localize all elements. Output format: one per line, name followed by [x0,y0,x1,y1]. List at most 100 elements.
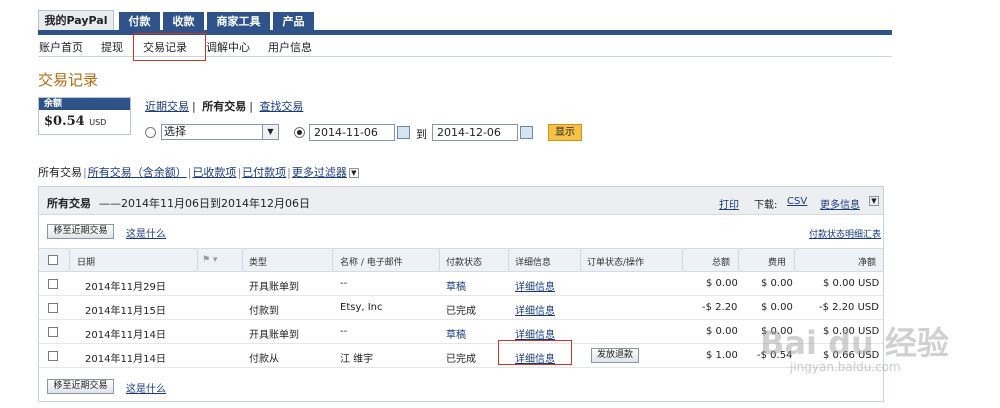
row-status: 已完成 [446,306,476,317]
period-select[interactable]: 选择 ▼ [161,124,279,140]
more-info-link[interactable]: 更多信息 [820,196,860,211]
table-header: 日期 ⚑ ▾ 类型 名称 / 电子邮件 付款状态 详细信息 订单状态/操作 总额… [39,248,883,272]
filter-sent[interactable]: 已付款项 [242,166,286,179]
csv-link[interactable]: CSV [787,196,807,207]
panel-heading: 所有交易 [47,197,91,210]
row-date: 2014年11月14日 [85,330,166,341]
panel-date-range: ——2014年11月06日到2014年12月06日 [99,197,310,210]
table-row: 2014年11月14日 开具账单到 -- 草稿 详细信息 $ 0.00 $ 0.… [39,321,883,344]
filter-all-with-balance[interactable]: 所有交易（含余额） [88,166,187,179]
table-row: 2014年11月29日 开具账单到 -- 草稿 详细信息 $ 0.00 $ 0.… [39,273,883,296]
row-checkbox[interactable] [48,327,58,337]
row-checkbox[interactable] [48,279,58,289]
what-is-this-link[interactable]: 这是什么 [126,225,166,240]
col-details: 详细信息 [515,258,552,268]
column-divider [794,249,795,271]
col-payment-status[interactable]: 付款状态 [446,255,482,268]
row-gross: -$ 2.20 [702,302,738,313]
show-button[interactable]: 显示 [548,124,582,141]
filter-all[interactable]: 所有交易 [38,166,82,179]
flag-icon[interactable]: ⚑ ▾ [202,255,217,265]
row-type: 付款到 [249,306,279,317]
balance-currency: USD [89,118,107,127]
row-name: Etsy, Inc [340,302,383,313]
subnav-account-home[interactable]: 账户首页 [39,39,83,55]
col-gross[interactable]: 总额 [712,255,730,268]
archive-button[interactable]: 移至近期交易 [47,224,114,239]
radio-date-range[interactable] [294,127,305,138]
status-summary-link[interactable]: 付款状态明细汇表 [809,227,881,240]
row-type: 付款从 [249,354,279,365]
chevron-down-icon[interactable]: ▼ [348,168,359,178]
tab-merchant-tools[interactable]: 商家工具 [206,12,270,32]
calendar-icon[interactable] [520,126,533,139]
row-name: 江 维宇 [340,354,374,365]
col-name-email[interactable]: 名称 / 电子邮件 [340,255,403,268]
date-to-input[interactable]: 2014-12-06 [432,124,518,141]
row-checkbox[interactable] [48,351,58,361]
row-name: -- [340,326,348,337]
col-net[interactable]: 净额 [858,255,876,268]
col-order-status: 订单状态/操作 [587,258,645,268]
transaction-filters: 所有交易|所有交易（含余额）|已收款项|已付款项|更多过滤器 ▼ [38,164,359,180]
row-type: 开具账单到 [249,330,299,341]
row-details-link[interactable]: 详细信息 [515,278,555,293]
row-gross: $ 0.00 [706,278,738,289]
row-checkbox[interactable] [48,303,58,313]
row-gross: $ 0.00 [706,326,738,337]
row-status[interactable]: 草稿 [446,278,466,293]
column-divider [69,249,70,271]
column-divider [738,249,739,271]
column-divider [580,249,581,271]
download-label: 下载: [754,200,778,211]
tab-products[interactable]: 产品 [272,12,314,32]
row-gross: $ 1.00 [706,350,738,361]
balance-label: 余额 [39,98,130,110]
panel-header: 所有交易 ——2014年11月06日到2014年12月06日 打印 下载: CS… [39,187,883,215]
watermark-url: jingyan.baidu.com [790,360,901,374]
tab-pay[interactable]: 付款 [118,12,160,32]
table-row: 2014年11月14日 付款从 江 维宇 已完成 详细信息 发放退款 $ 1.0… [39,345,883,368]
date-from-input[interactable]: 2014-11-06 [309,124,395,141]
subnav-resolution-center[interactable]: 调解中心 [206,39,250,55]
column-divider [508,249,509,271]
row-date: 2014年11月14日 [85,354,166,365]
col-date[interactable]: 日期 [77,255,95,268]
balance-box: 余额 $0.54 USD [38,97,131,135]
row-details-link[interactable]: 详细信息 [515,302,555,317]
chevron-down-icon[interactable]: ▼ [869,196,879,206]
row-details-link[interactable]: 详细信息 [515,326,555,341]
row-status[interactable]: 草稿 [446,326,466,341]
print-link[interactable]: 打印 [719,196,739,211]
view-links: 近期交易 | 所有交易 | 查找交易 [145,98,306,114]
row-net: -$ 2.20 USD [819,302,879,313]
all-transactions-current: 所有交易 [202,100,247,113]
watermark-logo: Bai du 经验 [760,324,949,362]
row-date: 2014年11月29日 [85,282,166,293]
col-type[interactable]: 类型 [249,255,267,268]
tab-receive[interactable]: 收款 [162,12,204,32]
select-all-checkbox[interactable] [48,255,58,265]
col-fee[interactable]: 费用 [768,255,786,268]
chevron-down-icon: ▼ [262,125,278,139]
issue-refund-button[interactable]: 发放退款 [591,348,639,363]
filter-received[interactable]: 已收款项 [192,166,236,179]
subnav-profile[interactable]: 用户信息 [268,39,312,55]
period-select-value: 选择 [164,125,186,138]
find-transaction-link[interactable]: 查找交易 [259,100,303,113]
calendar-icon[interactable] [397,126,410,139]
view-separator: | [192,100,196,113]
row-fee: $ 0.00 [761,278,793,289]
subnav-withdraw[interactable]: 提现 [101,39,123,55]
row-type: 开具账单到 [249,282,299,293]
balance-amount: $0.54 [44,114,85,129]
radio-select-period[interactable] [145,127,156,138]
tab-my-paypal[interactable]: 我的PayPal [38,10,114,32]
recent-transactions-link[interactable]: 近期交易 [145,100,189,113]
table-row: 2014年11月15日 付款到 Etsy, Inc 已完成 详细信息 -$ 2.… [39,297,883,320]
what-is-this-link-bottom[interactable]: 这是什么 [126,380,166,395]
row-fee: $ 0.00 [761,302,793,313]
filter-more[interactable]: 更多过滤器 [292,166,347,179]
archive-button-bottom[interactable]: 移至近期交易 [47,379,114,394]
column-divider [439,249,440,271]
